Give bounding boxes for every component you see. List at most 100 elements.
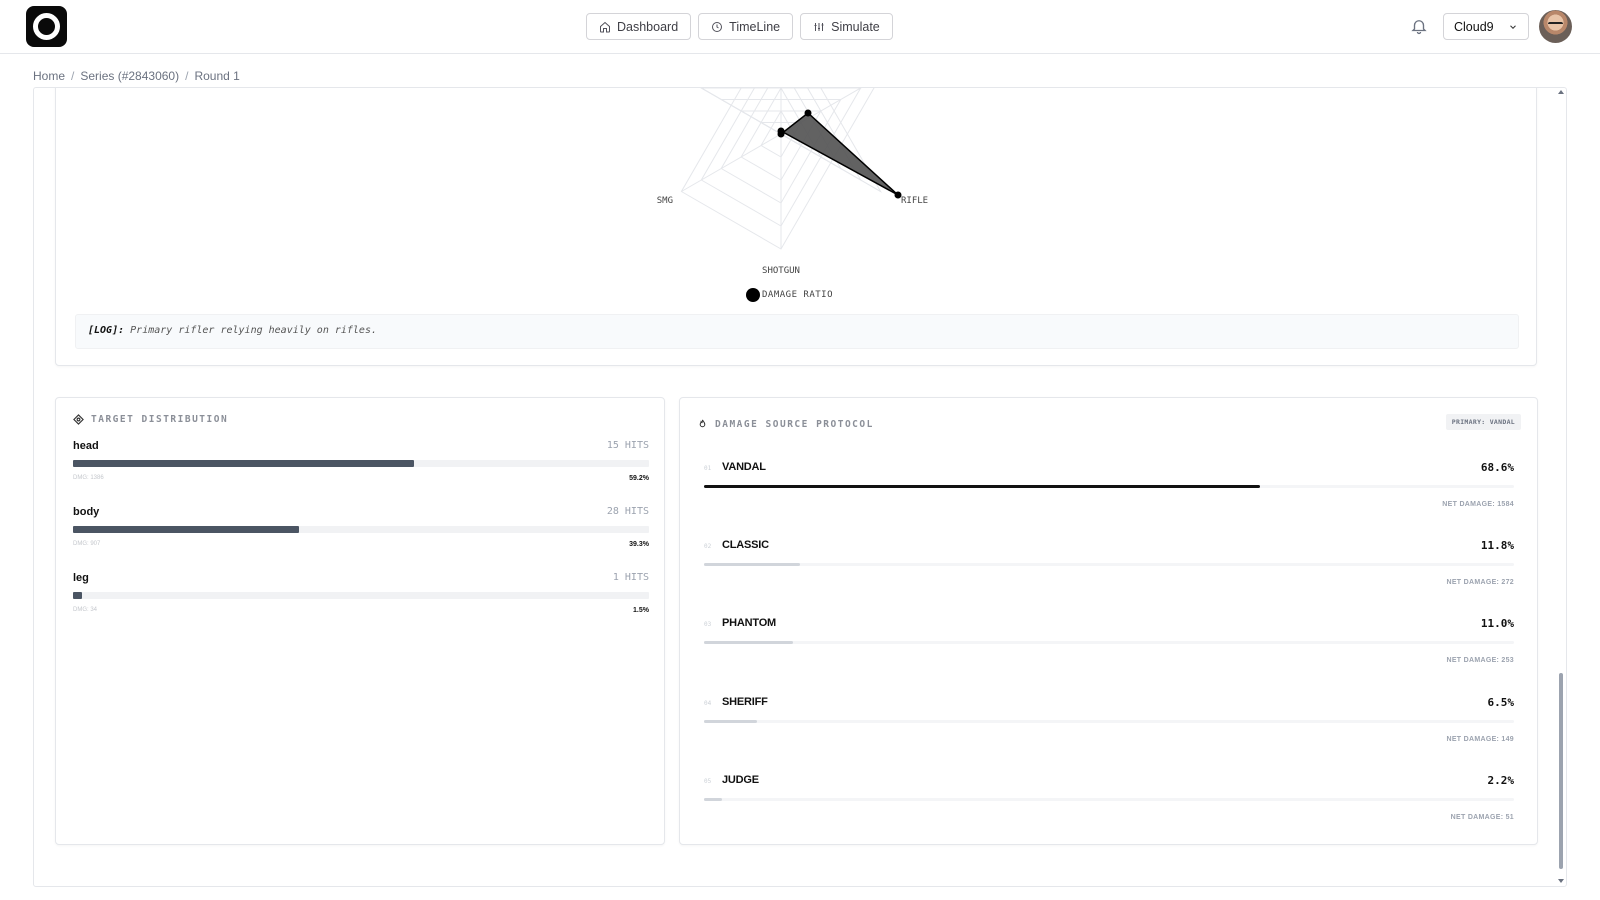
hit-count: 28 HITS <box>606 506 649 517</box>
weapon-bar-fill <box>704 720 757 723</box>
radar-axis-label-shotgun: SHOTGUN <box>762 266 800 276</box>
weapon-name: SHERIFF <box>722 696 768 708</box>
weapon-name: PHANTOM <box>722 617 777 629</box>
radar-chart: SMG RIFLE SHOTGUN <box>657 88 928 276</box>
target-distribution-card: TARGET DISTRIBUTION head 15 HITS DMG: 13… <box>55 397 665 845</box>
weapon-bar-fill <box>704 641 794 644</box>
breadcrumb-round[interactable]: Round 1 <box>194 69 239 83</box>
log-tag: [LOG]: <box>88 325 125 336</box>
radar-axis-label-smg: SMG <box>657 196 673 206</box>
weapon-net-damage: NET DAMAGE: 1584 <box>1442 501 1514 508</box>
top-navbar: Dashboard TimeLine Simulate Cloud9 <box>0 0 1600 54</box>
weapon-percent: 68.6% <box>1480 461 1514 474</box>
log-text: Primary rifler relying heavily on rifles… <box>130 325 377 336</box>
hit-zone-label: leg <box>73 572 89 584</box>
hit-percent: 59.2% <box>629 475 649 482</box>
breadcrumb: Home / Series (#2843060) / Round 1 <box>33 69 240 83</box>
round-detail-panel: SMG RIFLE SHOTGUN DAMAGE RATIO [LOG]: Pr… <box>33 87 1567 887</box>
nav-dashboard-button[interactable]: Dashboard <box>586 13 692 40</box>
app-logo[interactable] <box>26 6 67 47</box>
weapon-name: JUDGE <box>722 774 759 786</box>
scrollbar-thumb[interactable] <box>1559 673 1563 869</box>
breadcrumb-separator: / <box>71 69 75 83</box>
nav-simulate-label: Simulate <box>831 19 880 34</box>
clock-icon <box>712 21 723 32</box>
breadcrumb-separator: / <box>185 69 189 83</box>
target-distribution-title: TARGET DISTRIBUTION <box>73 414 228 425</box>
hit-zone-label: body <box>73 506 100 518</box>
hit-bar-track <box>73 526 649 533</box>
weapon-bar-track <box>704 798 1514 801</box>
weapon-net-damage: NET DAMAGE: 149 <box>1446 736 1514 743</box>
hit-row-head: head 15 HITS DMG: 1386 59.2% <box>73 440 649 500</box>
weapon-row-phantom: 03 PHANTOM 11.0% NET DAMAGE: 253 <box>704 617 1514 687</box>
weapon-bar-track <box>704 485 1514 488</box>
damage-source-title: DAMAGE SOURCE PROTOCOL <box>697 418 874 430</box>
nav-timeline-button[interactable]: TimeLine <box>698 13 794 40</box>
weapon-row-judge: 05 JUDGE 2.2% NET DAMAGE: 51 <box>704 774 1514 844</box>
scroll-down-icon[interactable] <box>1558 879 1564 883</box>
weapon-index: 04 <box>704 700 712 707</box>
home-icon <box>600 21 610 32</box>
hit-zone-label: head <box>73 440 99 452</box>
weapon-index: 01 <box>704 465 712 472</box>
target-distribution-title-text: TARGET DISTRIBUTION <box>91 414 229 425</box>
hit-bar-fill <box>73 460 414 467</box>
damage-source-title-text: DAMAGE SOURCE PROTOCOL <box>715 418 874 430</box>
weapon-bar-fill <box>704 485 1260 488</box>
weapon-name: CLASSIC <box>722 539 769 551</box>
hit-bar-track <box>73 460 649 467</box>
weapon-index: 05 <box>704 778 712 785</box>
hit-bar-fill <box>73 592 82 599</box>
radar-legend[interactable]: DAMAGE RATIO <box>746 288 833 302</box>
weapon-net-damage: NET DAMAGE: 253 <box>1446 657 1514 664</box>
hit-row-leg: leg 1 HITS DMG: 34 1.5% <box>73 572 649 632</box>
hit-bar-track <box>73 592 649 599</box>
radar-spoke <box>681 133 782 192</box>
weapon-class-radar-card: SMG RIFLE SHOTGUN DAMAGE RATIO [LOG]: Pr… <box>55 88 1537 366</box>
hit-percent: 1.5% <box>633 607 649 614</box>
hit-bar-fill <box>73 526 300 533</box>
scroll-up-icon[interactable] <box>1558 90 1564 94</box>
main-nav: Dashboard TimeLine Simulate <box>586 13 893 40</box>
flame-icon <box>699 419 706 428</box>
weapon-bar-track <box>704 720 1514 723</box>
panel-scrollbar[interactable] <box>1555 88 1567 885</box>
radar-point[interactable] <box>804 109 812 117</box>
primary-weapon-badge: PRIMARY: VANDAL <box>1445 414 1521 430</box>
weapon-percent: 11.0% <box>1480 617 1514 630</box>
weapon-name: VANDAL <box>722 461 766 473</box>
analysis-log: [LOG]: Primary rifler relying heavily on… <box>75 314 1519 349</box>
bell-icon[interactable] <box>1410 17 1428 35</box>
legend-label: DAMAGE RATIO <box>762 290 834 300</box>
weapon-bar-track <box>704 563 1514 566</box>
hit-count: 15 HITS <box>606 440 649 451</box>
radar-axis-label-rifle: RIFLE <box>901 196 928 206</box>
user-avatar[interactable] <box>1539 10 1572 43</box>
weapon-index: 02 <box>704 543 712 550</box>
hit-percent: 39.3% <box>629 541 649 548</box>
breadcrumb-home[interactable]: Home <box>33 69 65 83</box>
hit-damage: DMG: 34 <box>73 607 98 613</box>
hit-row-body: body 28 HITS DMG: 907 39.3% <box>73 506 649 566</box>
chevron-down-icon <box>1510 24 1516 29</box>
sliders-icon <box>814 22 824 31</box>
weapon-percent: 11.8% <box>1480 539 1514 552</box>
weapon-net-damage: NET DAMAGE: 51 <box>1450 814 1514 821</box>
hit-damage: DMG: 1386 <box>73 475 104 481</box>
nav-simulate-button[interactable]: Simulate <box>800 13 893 40</box>
weapon-index: 03 <box>704 621 712 628</box>
damage-source-card: DAMAGE SOURCE PROTOCOL PRIMARY: VANDAL 0… <box>679 397 1538 845</box>
legend-dot-icon <box>746 288 760 302</box>
team-select-value: Cloud9 <box>1454 19 1494 34</box>
crosshair-icon <box>73 414 84 425</box>
breadcrumb-series[interactable]: Series (#2843060) <box>80 69 179 83</box>
weapon-row-sheriff: 04 SHERIFF 6.5% NET DAMAGE: 149 <box>704 696 1514 766</box>
weapon-row-classic: 02 CLASSIC 11.8% NET DAMAGE: 272 <box>704 539 1514 609</box>
weapon-bar-fill <box>704 798 722 801</box>
radar-point[interactable] <box>777 127 785 135</box>
team-select[interactable]: Cloud9 <box>1443 13 1529 40</box>
weapon-percent: 2.2% <box>1487 774 1515 787</box>
nav-dashboard-label: Dashboard <box>617 19 679 34</box>
weapon-bar-fill <box>704 563 800 566</box>
